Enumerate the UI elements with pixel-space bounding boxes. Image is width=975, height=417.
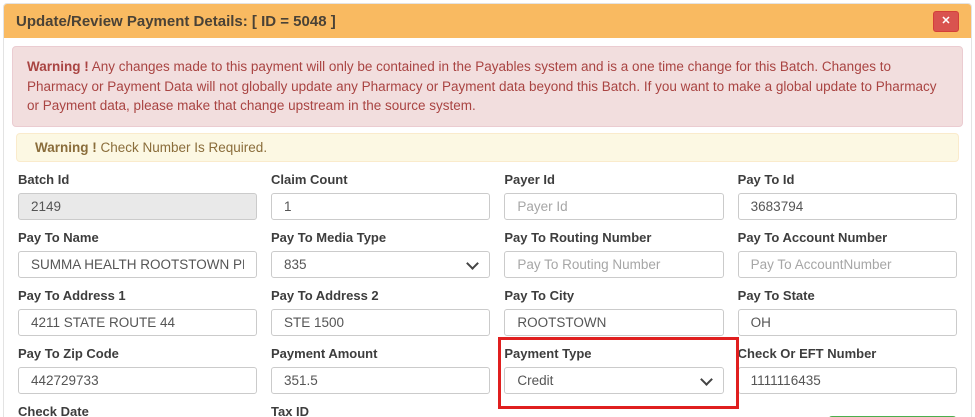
field-payment-type: Payment Type Credit	[504, 346, 723, 394]
field-pay-to-routing-number: Pay To Routing Number	[504, 230, 723, 278]
field-batch-id: Batch Id	[18, 172, 257, 220]
close-button[interactable]: ✕	[933, 11, 959, 32]
pay-to-zip-code-input[interactable]	[18, 367, 257, 394]
field-check-date: Check Date ✕	[18, 404, 257, 417]
pay-to-media-type-select-wrap: 835	[271, 251, 490, 278]
payer-id-label: Payer Id	[504, 172, 723, 187]
pay-to-address-2-input[interactable]	[271, 309, 490, 336]
footer-actions: Update Payment	[738, 404, 957, 417]
batch-id-label: Batch Id	[18, 172, 257, 187]
close-icon: ✕	[941, 16, 950, 27]
empty-cell	[504, 404, 723, 417]
field-pay-to-name: Pay To Name	[18, 230, 257, 278]
field-pay-to-address-1: Pay To Address 1	[18, 288, 257, 336]
field-payer-id: Payer Id	[504, 172, 723, 220]
field-pay-to-account-number: Pay To Account Number	[738, 230, 957, 278]
field-tax-id: Tax ID	[271, 404, 490, 417]
field-pay-to-id: Pay To Id	[738, 172, 957, 220]
field-pay-to-state: Pay To State	[738, 288, 957, 336]
pay-to-address-1-input[interactable]	[18, 309, 257, 336]
field-pay-to-media-type: Pay To Media Type 835	[271, 230, 490, 278]
field-claim-count: Claim Count	[271, 172, 490, 220]
pay-to-name-input[interactable]	[18, 251, 257, 278]
check-date-label: Check Date	[18, 404, 257, 417]
check-or-eft-number-input[interactable]	[738, 367, 957, 394]
pay-to-routing-number-label: Pay To Routing Number	[504, 230, 723, 245]
pay-to-id-label: Pay To Id	[738, 172, 957, 187]
pay-to-account-number-input[interactable]	[738, 251, 957, 278]
claim-count-input[interactable]	[271, 193, 490, 220]
tax-id-label: Tax ID	[271, 404, 490, 417]
pay-to-city-label: Pay To City	[504, 288, 723, 303]
warning-alert-text: Check Number Is Required.	[97, 140, 267, 155]
batch-id-input	[18, 193, 257, 220]
modal-title: Update/Review Payment Details: [ ID = 50…	[16, 13, 336, 30]
pay-to-media-type-select[interactable]: 835	[271, 251, 490, 278]
pay-to-name-label: Pay To Name	[18, 230, 257, 245]
field-pay-to-zip-code: Pay To Zip Code	[18, 346, 257, 394]
pay-to-state-input[interactable]	[738, 309, 957, 336]
pay-to-id-input[interactable]	[738, 193, 957, 220]
payment-form: Batch Id Claim Count Payer Id Pay To Id …	[12, 172, 963, 417]
pay-to-routing-number-input[interactable]	[504, 251, 723, 278]
claim-count-label: Claim Count	[271, 172, 490, 187]
modal-header: Update/Review Payment Details: [ ID = 50…	[4, 4, 971, 38]
pay-to-address-1-label: Pay To Address 1	[18, 288, 257, 303]
payment-details-modal: Update/Review Payment Details: [ ID = 50…	[3, 3, 972, 417]
warning-alert-prefix: Warning !	[35, 140, 97, 155]
field-payment-amount: Payment Amount	[271, 346, 490, 394]
check-or-eft-number-label: Check Or EFT Number	[738, 346, 957, 361]
modal-body: Warning ! Any changes made to this payme…	[4, 38, 971, 417]
pay-to-media-type-label: Pay To Media Type	[271, 230, 490, 245]
field-check-or-eft-number: Check Or EFT Number	[738, 346, 957, 394]
payment-amount-input[interactable]	[271, 367, 490, 394]
payment-type-select-wrap: Credit	[504, 367, 723, 394]
pay-to-address-2-label: Pay To Address 2	[271, 288, 490, 303]
payment-type-label: Payment Type	[504, 346, 723, 361]
pay-to-city-input[interactable]	[504, 309, 723, 336]
payment-amount-label: Payment Amount	[271, 346, 490, 361]
field-pay-to-city: Pay To City	[504, 288, 723, 336]
danger-alert-prefix: Warning !	[27, 59, 89, 74]
payer-id-input[interactable]	[504, 193, 723, 220]
payment-type-select[interactable]: Credit	[504, 367, 723, 394]
pay-to-zip-code-label: Pay To Zip Code	[18, 346, 257, 361]
danger-alert: Warning ! Any changes made to this payme…	[12, 46, 963, 127]
field-pay-to-address-2: Pay To Address 2	[271, 288, 490, 336]
pay-to-state-label: Pay To State	[738, 288, 957, 303]
warning-alert: Warning ! Check Number Is Required.	[16, 133, 959, 162]
danger-alert-text: Any changes made to this payment will on…	[27, 59, 937, 113]
pay-to-account-number-label: Pay To Account Number	[738, 230, 957, 245]
